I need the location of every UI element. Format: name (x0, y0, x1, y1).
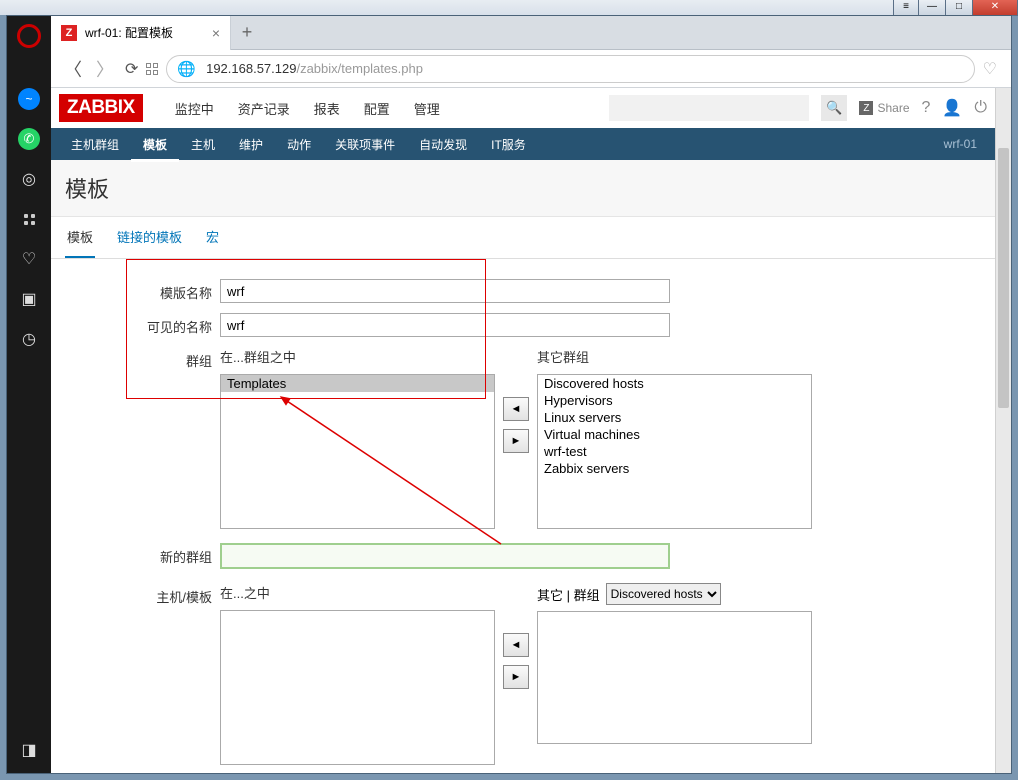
other-hosts-listbox[interactable] (537, 611, 812, 744)
page-title: 模板 (65, 172, 981, 204)
window-close-button[interactable]: ✕ (972, 0, 1018, 16)
globe-icon: 🌐 (177, 60, 196, 78)
host-move-left-button[interactable]: ◄ (503, 633, 529, 657)
tab-title: wrf-01: 配置模板 (85, 24, 173, 41)
url-path: /zabbix/templates.php (296, 61, 422, 76)
opera-logo-icon[interactable] (17, 24, 41, 48)
label-host-template: 主机/模板 (65, 583, 220, 606)
top-nav-item[interactable]: 资产记录 (226, 89, 302, 128)
reload-button[interactable]: ⟳ (125, 59, 138, 79)
window-minimize-button[interactable]: — (918, 0, 946, 16)
messenger-icon[interactable]: ~ (18, 88, 40, 110)
label-groups: 群组 (65, 347, 220, 370)
window-menu-button[interactable]: ≡ (893, 0, 919, 16)
form-tab[interactable]: 模板 (65, 217, 95, 258)
heart-outline-icon[interactable]: ♡ (18, 248, 40, 270)
zabbix-logo[interactable]: ZABBIX (59, 94, 143, 122)
other-groups-listbox[interactable]: Discovered hostsHypervisorsLinux servers… (537, 374, 812, 529)
sub-nav: 主机群组模板主机维护动作关联项事件自动发现IT服务 wrf-01 (51, 128, 995, 160)
list-item[interactable]: Linux servers (538, 409, 811, 426)
share-link[interactable]: ZShare (859, 101, 909, 115)
history-icon[interactable]: ◷ (18, 328, 40, 350)
sidebar-toggle-icon[interactable]: ◨ (18, 739, 40, 761)
search-icon[interactable]: 🔍 (821, 95, 847, 121)
form-tabs: 模板链接的模板宏 (51, 217, 995, 259)
sub-nav-item[interactable]: 主机群组 (59, 127, 131, 162)
label-in-groups: 在...群组之中 (220, 347, 495, 366)
host-move-right-button[interactable]: ► (503, 665, 529, 689)
speed-dial-icon[interactable] (18, 208, 40, 230)
tab-favicon-icon: Z (61, 25, 77, 41)
top-nav-item[interactable]: 配置 (352, 89, 402, 128)
address-bar: 〈 〉 ⟳ 🌐 192.168.57.129/zabbix/templates.… (51, 50, 1011, 88)
label-in: 在...之中 (220, 583, 495, 602)
other-group-select[interactable]: Discovered hosts (606, 583, 721, 605)
tab-close-icon[interactable]: × (212, 25, 220, 41)
list-item[interactable]: Hypervisors (538, 392, 811, 409)
top-nav-item[interactable]: 监控中 (163, 89, 226, 128)
browser-window: ~ ✆ ◎ ♡ ▣ ◷ ◨ Z wrf-01: 配置模板 × + 〈 〉 ⟳ 🌐 (6, 15, 1012, 774)
browser-tab-bar: Z wrf-01: 配置模板 × + (51, 16, 1011, 50)
page-content: ZABBIX 监控中资产记录报表配置管理 🔍 ZShare ? 👤 ⏻ 主机群组… (51, 88, 1011, 773)
new-group-input[interactable] (220, 543, 670, 569)
user-icon[interactable]: 👤 (942, 98, 962, 118)
page-title-bar: 模板 (51, 160, 995, 217)
opera-sidebar: ~ ✆ ◎ ♡ ▣ ◷ ◨ (7, 16, 51, 773)
new-tab-button[interactable]: + (231, 22, 263, 43)
in-groups-listbox[interactable]: Templates (220, 374, 495, 529)
move-left-button[interactable]: ◄ (503, 397, 529, 421)
context-label: wrf-01 (944, 137, 987, 151)
power-icon[interactable]: ⏻ (974, 99, 987, 117)
sub-nav-item[interactable]: 模板 (131, 127, 179, 162)
label-template-name: 模版名称 (65, 279, 220, 302)
sub-nav-item[interactable]: 动作 (275, 127, 323, 162)
top-nav-item[interactable]: 管理 (402, 89, 452, 128)
form-tab[interactable]: 宏 (204, 217, 221, 258)
template-name-input[interactable] (220, 279, 670, 303)
vertical-scrollbar[interactable] (995, 88, 1011, 773)
window-maximize-button[interactable]: □ (945, 0, 973, 16)
header-search-input[interactable] (609, 95, 809, 121)
sub-nav-item[interactable]: 主机 (179, 127, 227, 162)
move-right-button[interactable]: ► (503, 429, 529, 453)
top-nav: 监控中资产记录报表配置管理 (163, 89, 452, 128)
camera-icon[interactable]: ◎ (18, 168, 40, 190)
bookmark-heart-icon[interactable]: ♡ (983, 59, 997, 79)
list-item[interactable]: Discovered hosts (538, 375, 811, 392)
label-visible-name: 可见的名称 (65, 313, 220, 336)
list-item[interactable]: Virtual machines (538, 426, 811, 443)
news-icon[interactable]: ▣ (18, 288, 40, 310)
in-hosts-listbox[interactable] (220, 610, 495, 765)
url-host: 192.168.57.129 (206, 61, 296, 76)
sub-nav-item[interactable]: 自动发现 (407, 127, 479, 162)
speeddial-button[interactable] (146, 63, 158, 75)
help-icon[interactable]: ? (922, 99, 931, 117)
form-tab[interactable]: 链接的模板 (115, 217, 184, 258)
sub-nav-item[interactable]: 维护 (227, 127, 275, 162)
visible-name-input[interactable] (220, 313, 670, 337)
list-item[interactable]: Zabbix servers (538, 460, 811, 477)
zabbix-header: ZABBIX 监控中资产记录报表配置管理 🔍 ZShare ? 👤 ⏻ (51, 88, 995, 128)
label-other-select: 其它 | 群组 (537, 585, 600, 604)
list-item[interactable]: wrf-test (538, 443, 811, 460)
sub-nav-item[interactable]: IT服务 (479, 127, 538, 162)
window-titlebar: ≡ — □ ✕ (0, 0, 1018, 15)
list-item[interactable]: Templates (221, 375, 494, 392)
share-label: Share (877, 101, 909, 115)
top-nav-item[interactable]: 报表 (302, 89, 352, 128)
url-input[interactable]: 🌐 192.168.57.129/zabbix/templates.php (166, 55, 974, 83)
nav-back-button[interactable]: 〈 (61, 56, 85, 82)
label-new-group: 新的群组 (65, 543, 220, 566)
nav-forward-button[interactable]: 〉 (93, 56, 117, 82)
whatsapp-icon[interactable]: ✆ (18, 128, 40, 150)
label-other-groups: 其它群组 (537, 347, 812, 366)
sub-nav-item[interactable]: 关联项事件 (323, 127, 407, 162)
browser-tab[interactable]: Z wrf-01: 配置模板 × (51, 16, 231, 50)
